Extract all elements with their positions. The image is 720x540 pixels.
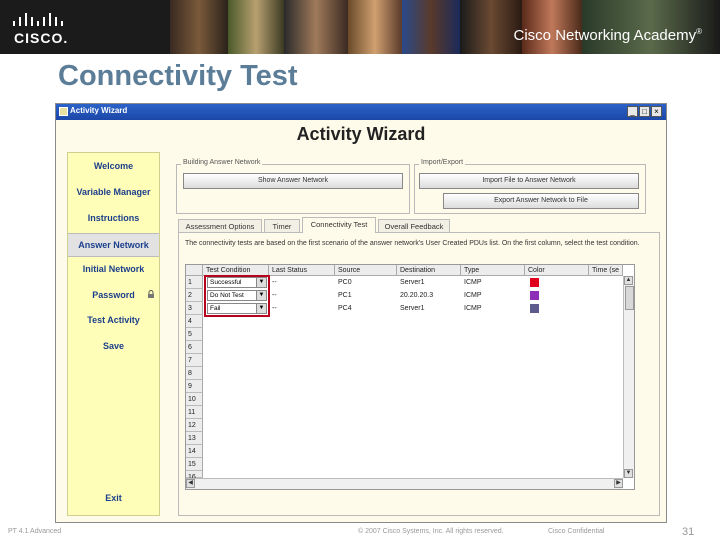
footer-confidential: Cisco Confidential [548, 528, 605, 535]
type-cell: ICMP [464, 305, 482, 312]
sidebar-item-answer-network[interactable]: Answer Network [68, 233, 159, 257]
page-number: 31 [682, 526, 695, 538]
row-number: 11 [186, 406, 203, 419]
column-header-last-status[interactable]: Last Status [269, 265, 335, 276]
cisco-bars-icon [13, 13, 63, 26]
export-file-button[interactable]: Export Answer Network to File [443, 193, 639, 209]
academy-text: Cisco Networking Academy [513, 27, 697, 44]
column-header-destination[interactable]: Destination [397, 265, 461, 276]
tab-timer[interactable]: Timer [264, 219, 300, 233]
banner-photo-1 [170, 0, 228, 54]
highlight-box [204, 275, 270, 317]
lock-icon [148, 290, 154, 298]
show-answer-network-button[interactable]: Show Answer Network [183, 173, 403, 189]
type-cell: ICMP [464, 292, 482, 299]
sidebar-item-exit[interactable]: Exit [68, 493, 159, 503]
tab-connectivity-test[interactable]: Connectivity Test [302, 217, 376, 233]
source-cell: PC1 [338, 292, 352, 299]
destination-cell: 20.20.20.3 [400, 292, 434, 299]
row-number: 6 [186, 341, 203, 354]
destination-cell: Server1 [400, 279, 425, 286]
scroll-left-icon[interactable]: ◀ [186, 479, 195, 488]
scroll-up-icon[interactable]: ▲ [624, 276, 633, 285]
banner-photo-5 [402, 0, 460, 54]
source-cell: PC0 [338, 279, 352, 286]
building-group-label: Building Answer Network [181, 159, 263, 166]
wizard-heading: Activity Wizard [296, 124, 426, 144]
scroll-right-icon[interactable]: ▶ [614, 479, 623, 488]
building-answer-network-group: Building Answer Network Show Answer Netw… [176, 159, 410, 214]
sidebar-item-variable-manager[interactable]: Variable Manager [68, 187, 159, 197]
banner-photo-2 [228, 0, 284, 54]
row-number: 13 [186, 432, 203, 445]
cisco-wordmark: CISCO. [14, 30, 69, 46]
vertical-scrollbar[interactable]: ▲ ▼ [623, 276, 634, 478]
row-number: 10 [186, 393, 203, 406]
row-number: 3 [186, 302, 203, 315]
tab-overall-feedback[interactable]: Overall Feedback [378, 219, 450, 233]
academy-registered-mark: ® [696, 27, 702, 36]
column-header-source[interactable]: Source [335, 265, 397, 276]
connectivity-test-grid: Test Condition Last Status Source Destin… [185, 264, 635, 490]
row-number: 4 [186, 315, 203, 328]
window-controls: _ □ × [627, 106, 662, 117]
sidebar-item-initial-network[interactable]: Initial Network [68, 264, 159, 274]
row-number: 12 [186, 419, 203, 432]
close-button[interactable]: × [651, 106, 662, 117]
row-number: 1 [186, 276, 203, 289]
banner-photo-4 [348, 0, 402, 54]
import-export-label: Import/Export [419, 159, 466, 166]
window-titlebar[interactable]: Activity Wizard _ □ × [56, 104, 666, 120]
header-banner: CISCO. Cisco Networking Academy® [0, 0, 720, 54]
scroll-down-icon[interactable]: ▼ [624, 469, 633, 478]
column-header-time[interactable]: Time (se [589, 265, 623, 276]
sidebar-item-password[interactable]: Password [68, 290, 159, 300]
row-number: 14 [186, 445, 203, 458]
horizontal-scrollbar[interactable]: ◀ ▶ [186, 478, 623, 489]
grid-corner-header [186, 265, 203, 276]
type-cell: ICMP [464, 279, 482, 286]
row-number: 7 [186, 354, 203, 367]
row-number: 9 [186, 380, 203, 393]
row-number: 8 [186, 367, 203, 380]
wizard-sidebar: Welcome Variable Manager Instructions An… [67, 152, 160, 516]
footer-course: PT 4.1 Advanced [8, 528, 62, 535]
footer-copyright: © 2007 Cisco Systems, Inc. All rights re… [358, 528, 504, 535]
row-number: 5 [186, 328, 203, 341]
minimize-button[interactable]: _ [627, 106, 638, 117]
academy-wordmark: Cisco Networking Academy® [514, 27, 702, 44]
sidebar-item-instructions[interactable]: Instructions [68, 213, 159, 223]
sidebar-item-save[interactable]: Save [68, 341, 159, 351]
import-export-group: Import/Export Import File to Answer Netw… [414, 159, 646, 214]
row-number: 2 [186, 289, 203, 302]
color-swatch [530, 278, 539, 287]
app-icon [59, 107, 68, 116]
last-status-cell: -- [272, 279, 277, 286]
color-swatch [530, 304, 539, 313]
last-status-cell: -- [272, 305, 277, 312]
slide-title: Connectivity Test [58, 60, 298, 92]
connectivity-description: The connectivity tests are based on the … [185, 240, 640, 247]
sidebar-item-welcome[interactable]: Welcome [68, 161, 159, 171]
column-header-color[interactable]: Color [525, 265, 589, 276]
scroll-thumb[interactable] [625, 286, 634, 310]
color-swatch [530, 291, 539, 300]
sidebar-item-test-activity[interactable]: Test Activity [68, 315, 159, 325]
activity-wizard-window: Activity Wizard _ □ × Activity Wizard We… [55, 103, 667, 523]
tab-assessment-options[interactable]: Assessment Options [178, 219, 262, 233]
row-number: 15 [186, 458, 203, 471]
banner-photo-3 [284, 0, 348, 54]
import-file-button[interactable]: Import File to Answer Network [419, 173, 639, 189]
column-header-type[interactable]: Type [461, 265, 525, 276]
last-status-cell: -- [272, 292, 277, 299]
source-cell: PC4 [338, 305, 352, 312]
maximize-button[interactable]: □ [639, 106, 650, 117]
cisco-logo: CISCO. [8, 10, 70, 46]
destination-cell: Server1 [400, 305, 425, 312]
row-number: 16 [186, 471, 203, 481]
window-title: Activity Wizard [70, 106, 128, 115]
connectivity-test-panel: The connectivity tests are based on the … [178, 232, 660, 516]
